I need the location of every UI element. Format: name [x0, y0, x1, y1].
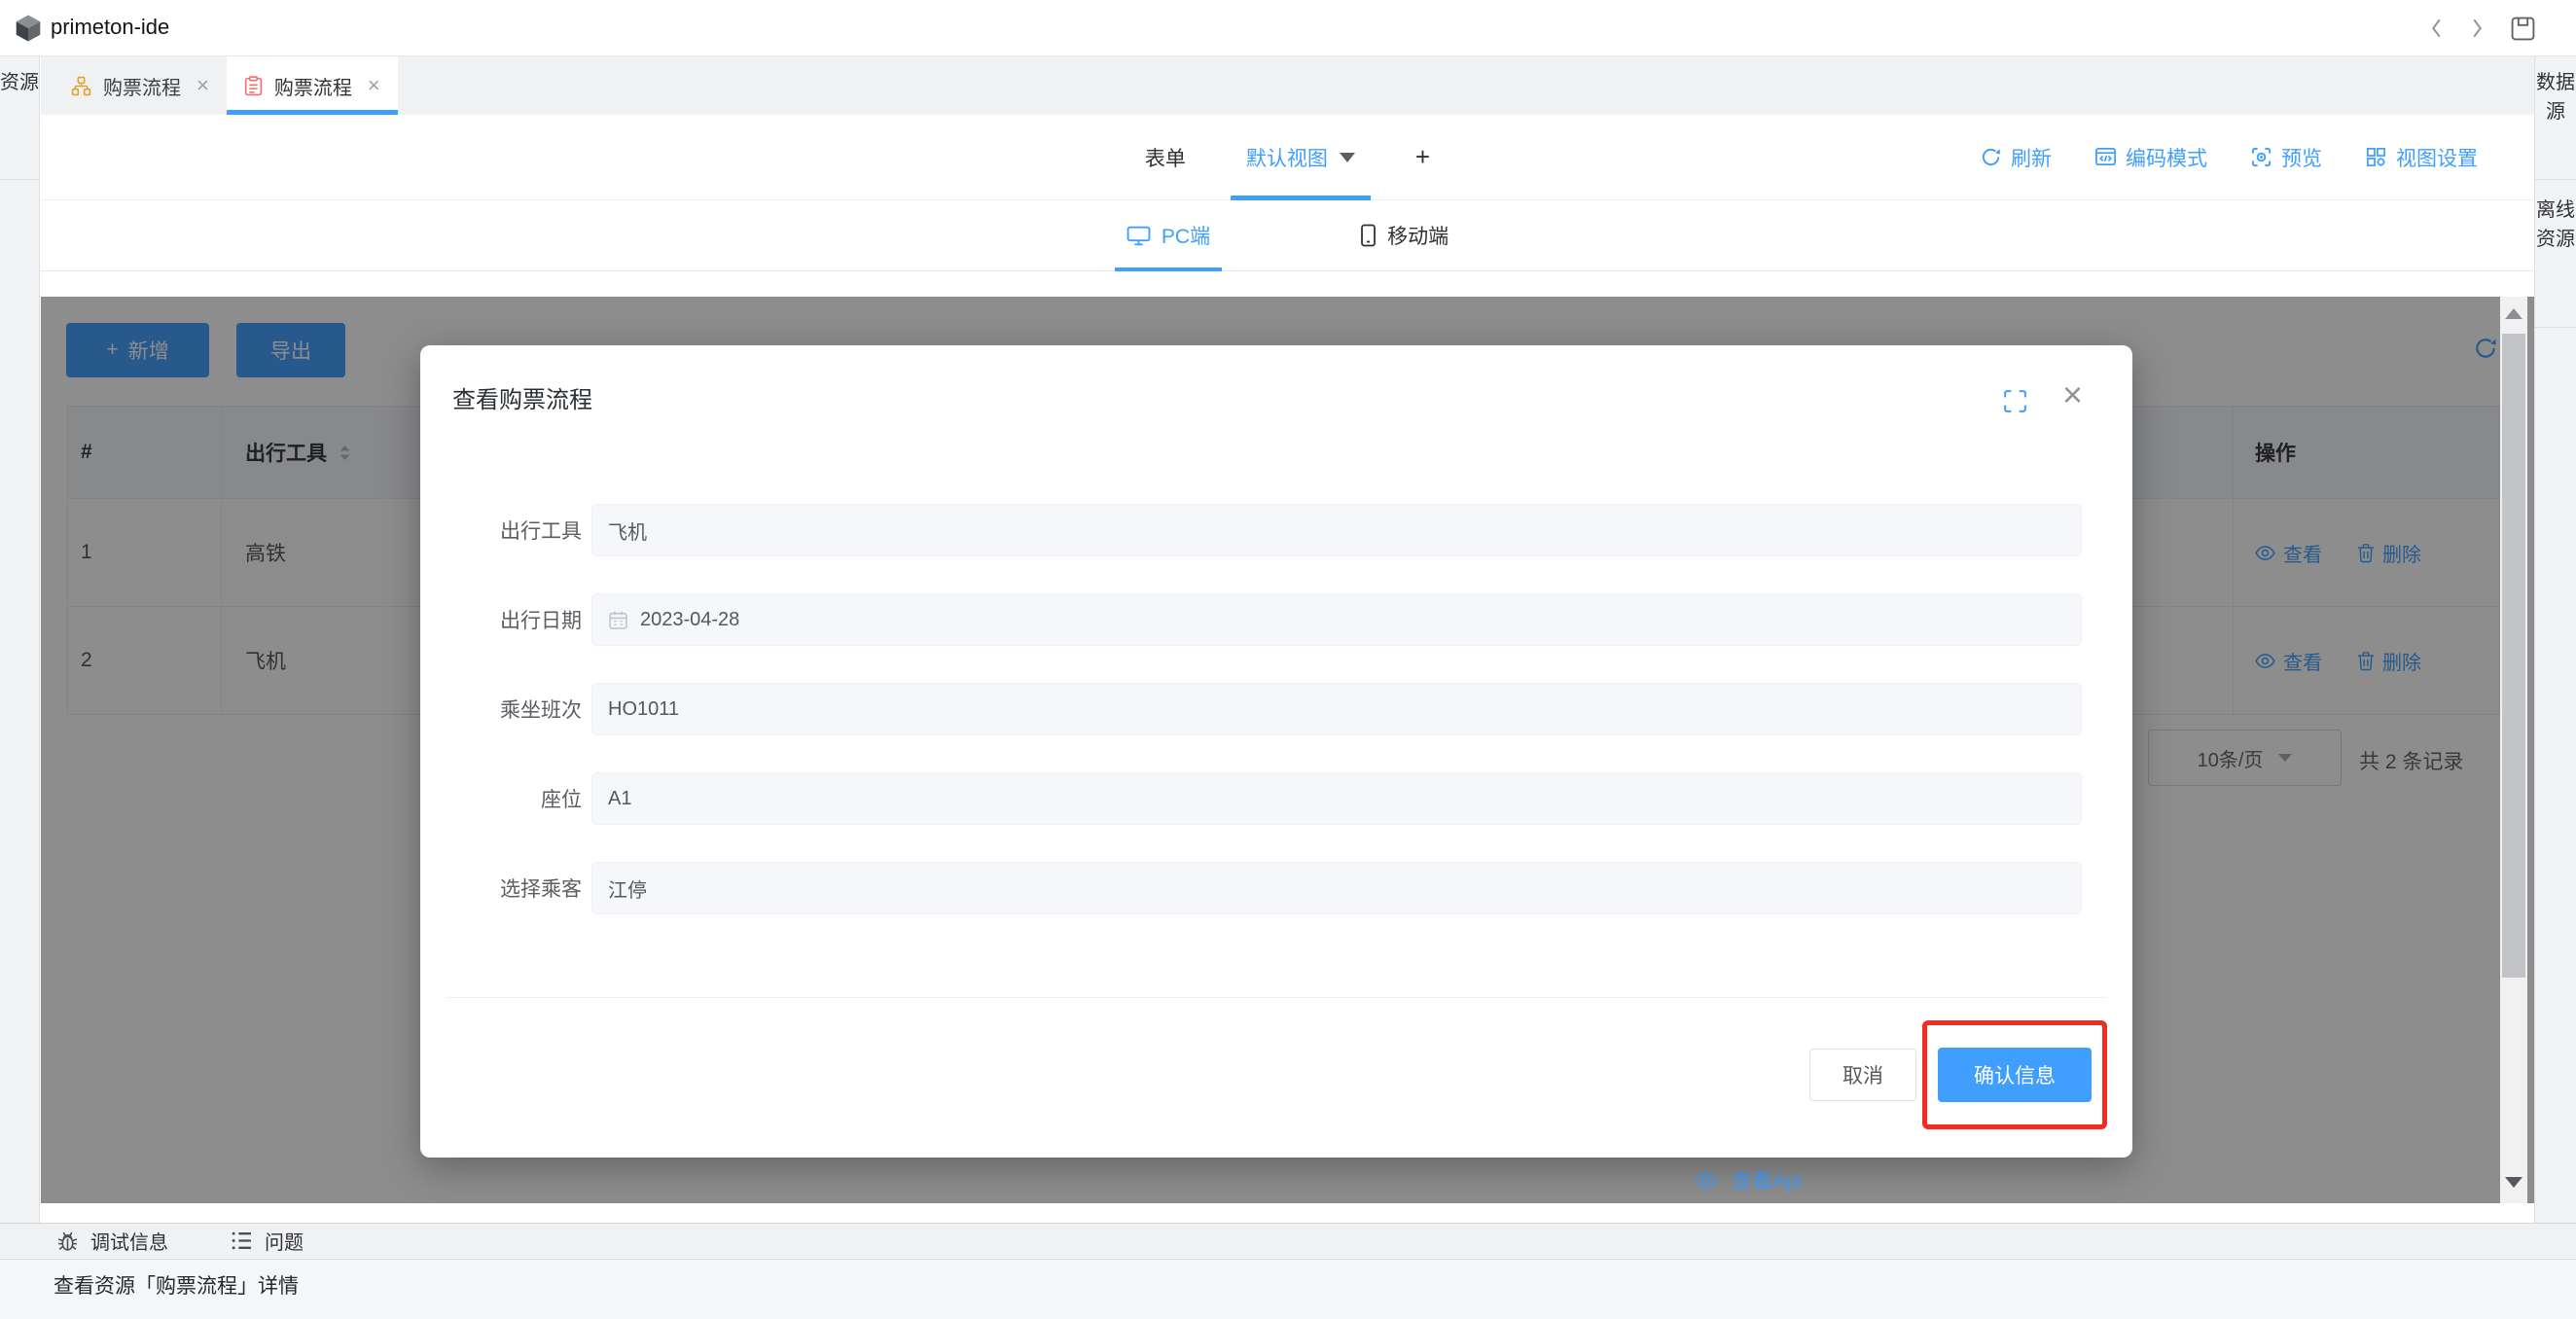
view-actions: 刷新 编码模式 预览	[1980, 115, 2478, 199]
bug-icon	[56, 1230, 79, 1252]
scroll-up-icon[interactable]	[2505, 308, 2522, 319]
app-title: primeton-ide	[51, 15, 169, 40]
form-field: 选择乘客 江停	[420, 862, 2132, 914]
left-rail-item-resources[interactable]: 资源	[0, 56, 39, 180]
save-icon[interactable]	[2510, 16, 2536, 42]
device-tabbar: PC端 移动端	[41, 200, 2534, 271]
device-tab-pc[interactable]: PC端	[1115, 200, 1222, 270]
debug-panel-label: 调试信息	[90, 1227, 168, 1255]
view-api-link[interactable]: 查看Api	[1695, 1165, 1802, 1194]
status-text: 查看资源「购票流程」详情	[54, 1270, 299, 1300]
field-value-input[interactable]: 飞机	[591, 504, 2082, 556]
editor-tab-label: 购票流程	[103, 72, 181, 100]
list-icon	[231, 1230, 253, 1252]
calendar-icon	[608, 610, 628, 630]
app-header: primeton-ide	[0, 0, 2576, 56]
flow-icon	[71, 76, 91, 96]
add-view-tab[interactable]: +	[1415, 142, 1430, 172]
right-rail-item-datasource[interactable]: 数据源	[2535, 56, 2576, 180]
field-value: 江停	[608, 874, 647, 903]
field-label: 乘坐班次	[420, 683, 582, 735]
left-rail: 资源	[0, 56, 40, 1223]
field-value-input[interactable]: HO1011	[591, 683, 2082, 735]
expand-icon[interactable]	[2002, 388, 2028, 414]
field-value-input[interactable]: 江停	[591, 862, 2082, 914]
debug-panel-button[interactable]: 调试信息	[56, 1227, 168, 1255]
status-bar: 查看资源「购票流程」详情	[0, 1259, 2576, 1319]
code-mode-label: 编码模式	[2126, 143, 2207, 172]
refresh-label: 刷新	[2011, 143, 2052, 172]
view-selector[interactable]: 默认视图	[1231, 115, 1371, 199]
editor-tabbar: 购票流程 × 购票流程 ×	[41, 56, 2534, 115]
modal-title: 查看购票流程	[452, 380, 592, 414]
nav-forward-icon[interactable]	[2471, 18, 2484, 39]
vertical-scrollbar[interactable]	[2500, 297, 2527, 1203]
editor-tab-label: 购票流程	[274, 72, 352, 100]
field-value-input[interactable]: 2023-04-28	[591, 593, 2082, 646]
chevron-down-icon	[1340, 153, 1355, 162]
content-gap	[41, 272, 2534, 297]
device-tab-mobile[interactable]: 移动端	[1348, 200, 1460, 270]
app-window: primeton-ide 资源 数据源 离线资源	[0, 0, 2576, 1319]
preview-label: 预览	[2281, 143, 2322, 172]
form-tab-label[interactable]: 表单	[1145, 143, 1186, 172]
cancel-button[interactable]: 取消	[1809, 1049, 1916, 1101]
field-label: 出行日期	[420, 593, 582, 646]
form-field: 出行工具 飞机	[420, 504, 2132, 556]
device-tab-mobile-label: 移动端	[1387, 221, 1449, 250]
field-label: 座位	[420, 772, 582, 825]
tab-close-icon[interactable]: ×	[197, 73, 209, 98]
tab-close-icon[interactable]: ×	[368, 73, 380, 98]
scroll-thumb[interactable]	[2502, 334, 2525, 978]
editor-tab-form[interactable]: 购票流程 ×	[227, 56, 398, 115]
nav-back-icon[interactable]	[2430, 18, 2443, 39]
app-logo-icon	[13, 13, 44, 44]
device-tab-pc-label: PC端	[1162, 221, 1210, 250]
refresh-button[interactable]: 刷新	[1980, 143, 2052, 172]
left-rail-label: 资源	[0, 68, 39, 97]
scroll-down-icon[interactable]	[2505, 1177, 2522, 1188]
view-ticket-modal: 查看购票流程 × 出行工具 飞机 出行日期 2023-04-28 乘坐	[420, 345, 2132, 1158]
close-icon[interactable]: ×	[2062, 377, 2083, 412]
view-settings-button[interactable]: 视图设置	[2365, 143, 2478, 172]
field-value: HO1011	[608, 698, 679, 721]
monitor-icon	[1127, 226, 1151, 246]
field-label: 出行工具	[420, 504, 582, 556]
field-value: 飞机	[608, 517, 647, 545]
right-rail-label: 数据源	[2535, 68, 2576, 126]
right-rail-label: 离线资源	[2535, 196, 2576, 254]
preview-button[interactable]: 预览	[2250, 143, 2322, 172]
form-icon	[244, 76, 263, 96]
problems-panel-button[interactable]: 问题	[231, 1227, 304, 1255]
annotation-box	[1922, 1020, 2107, 1129]
bottom-panel-bar: 调试信息 问题	[0, 1223, 2576, 1258]
view-selector-label: 默认视图	[1246, 143, 1328, 172]
form-field: 出行日期 2023-04-28	[420, 593, 2132, 646]
code-mode-button[interactable]: 编码模式	[2094, 143, 2207, 172]
right-rail-item-offline[interactable]: 离线资源	[2535, 180, 2576, 328]
problems-panel-label: 问题	[265, 1227, 304, 1255]
footer-divider	[447, 997, 2106, 998]
form-field: 乘坐班次 HO1011	[420, 683, 2132, 735]
right-rail: 数据源 离线资源	[2534, 56, 2576, 1223]
field-value-input[interactable]: A1	[591, 772, 2082, 825]
view-settings-label: 视图设置	[2396, 143, 2478, 172]
field-value: A1	[608, 788, 631, 810]
eye-icon	[1695, 1172, 1718, 1189]
view-api-label: 查看Api	[1732, 1165, 1802, 1194]
form-field: 座位 A1	[420, 772, 2132, 825]
field-label: 选择乘客	[420, 862, 582, 914]
phone-icon	[1360, 224, 1377, 247]
editor-tab-flow[interactable]: 购票流程 ×	[54, 56, 227, 115]
view-toolbar: 表单 默认视图 + 刷新 编码模式	[41, 115, 2534, 200]
field-value: 2023-04-28	[640, 609, 739, 631]
